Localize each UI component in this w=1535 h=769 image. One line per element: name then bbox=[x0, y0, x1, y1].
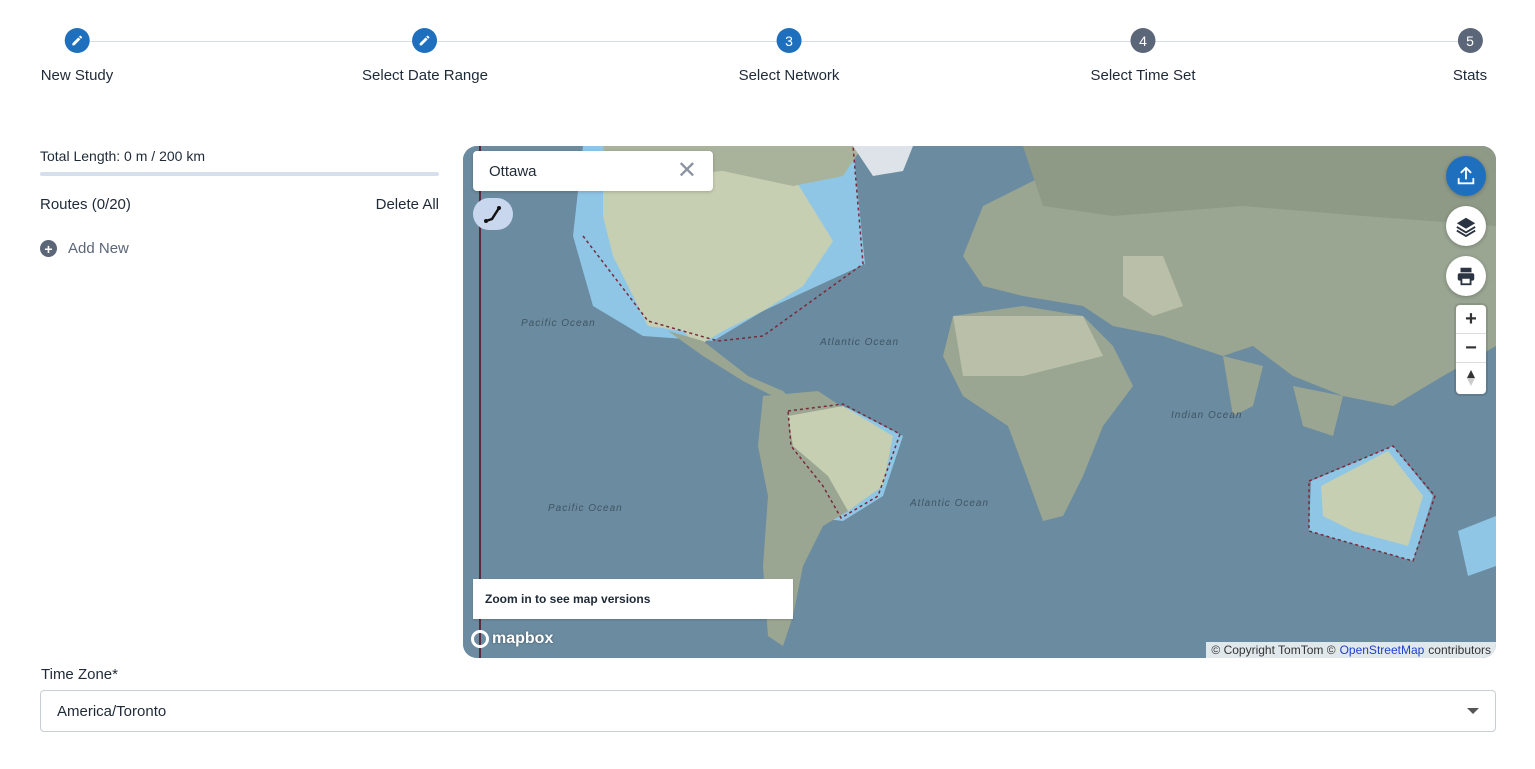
stepper: New Study Select Date Range 3 Select Net… bbox=[40, 28, 1489, 98]
add-new-button[interactable]: + Add New bbox=[40, 240, 439, 257]
zoom-controls: + − bbox=[1456, 305, 1486, 394]
chevron-down-icon bbox=[1467, 708, 1479, 714]
mapbox-logo[interactable]: mapbox bbox=[471, 630, 553, 648]
step-label: Stats bbox=[1452, 67, 1488, 84]
location-search[interactable]: Ottawa ✕ bbox=[473, 151, 713, 191]
timezone-label: Time Zone* bbox=[41, 666, 118, 683]
upload-button[interactable] bbox=[1446, 156, 1486, 196]
total-length: Total Length: 0 m / 200 km bbox=[40, 148, 205, 164]
routes-title: Routes (0/20) bbox=[40, 196, 131, 213]
timezone-value: America/Toronto bbox=[57, 702, 167, 720]
draw-route-button[interactable] bbox=[473, 198, 513, 230]
layers-button[interactable] bbox=[1446, 206, 1486, 246]
step-number: 3 bbox=[776, 28, 802, 53]
zoom-in-button[interactable]: + bbox=[1456, 305, 1486, 334]
print-button[interactable] bbox=[1446, 256, 1486, 296]
delete-all-button[interactable]: Delete All bbox=[376, 196, 439, 213]
mapbox-icon bbox=[471, 630, 489, 648]
plus-circle-icon: + bbox=[40, 240, 57, 257]
ocean-label: Atlantic Ocean bbox=[910, 498, 990, 509]
timezone-select[interactable]: America/Toronto bbox=[40, 690, 1496, 732]
step-select-network[interactable]: 3 Select Network bbox=[738, 28, 840, 84]
ocean-label: Pacific Ocean bbox=[521, 318, 596, 329]
step-label: Select Date Range bbox=[362, 67, 488, 84]
length-progress-bar bbox=[40, 172, 439, 176]
step-number: 5 bbox=[1457, 28, 1483, 53]
pencil-icon bbox=[412, 28, 438, 53]
ocean-label: Pacific Ocean bbox=[548, 503, 623, 514]
step-number: 4 bbox=[1130, 28, 1156, 53]
printer-icon bbox=[1457, 267, 1475, 286]
zoom-out-button[interactable]: − bbox=[1456, 334, 1486, 363]
step-label: Select Network bbox=[738, 67, 840, 84]
route-line-icon bbox=[484, 206, 501, 223]
ocean-label: Atlantic Ocean bbox=[820, 337, 900, 348]
compass-icon bbox=[1467, 369, 1475, 386]
compass-button[interactable] bbox=[1456, 363, 1486, 392]
map-attribution: © Copyright TomTom © OpenStreetMap contr… bbox=[1206, 642, 1496, 658]
search-input[interactable]: Ottawa bbox=[489, 163, 677, 180]
step-select-time-set[interactable]: 4 Select Time Set bbox=[1090, 28, 1196, 84]
step-stats[interactable]: 5 Stats bbox=[1453, 28, 1487, 84]
step-label: New Study bbox=[40, 67, 114, 84]
map-view[interactable]: Pacific Ocean Atlantic Ocean Indian Ocea… bbox=[463, 146, 1496, 658]
close-icon[interactable]: ✕ bbox=[677, 159, 697, 183]
routes-panel: Total Length: 0 m / 200 km Routes (0/20)… bbox=[40, 148, 439, 257]
pencil-icon bbox=[64, 28, 90, 53]
add-new-label: Add New bbox=[68, 240, 129, 257]
upload-icon bbox=[1457, 166, 1475, 185]
layers-icon bbox=[1456, 217, 1476, 237]
step-select-date-range[interactable]: Select Date Range bbox=[362, 28, 488, 84]
ocean-label: Indian Ocean bbox=[1171, 410, 1243, 421]
step-new-study[interactable]: New Study bbox=[40, 28, 114, 84]
step-label: Select Time Set bbox=[1090, 67, 1196, 84]
routes-header: Routes (0/20) Delete All bbox=[40, 196, 439, 213]
osm-link[interactable]: OpenStreetMap bbox=[1340, 643, 1425, 657]
map-versions-notice: Zoom in to see map versions bbox=[473, 579, 793, 619]
